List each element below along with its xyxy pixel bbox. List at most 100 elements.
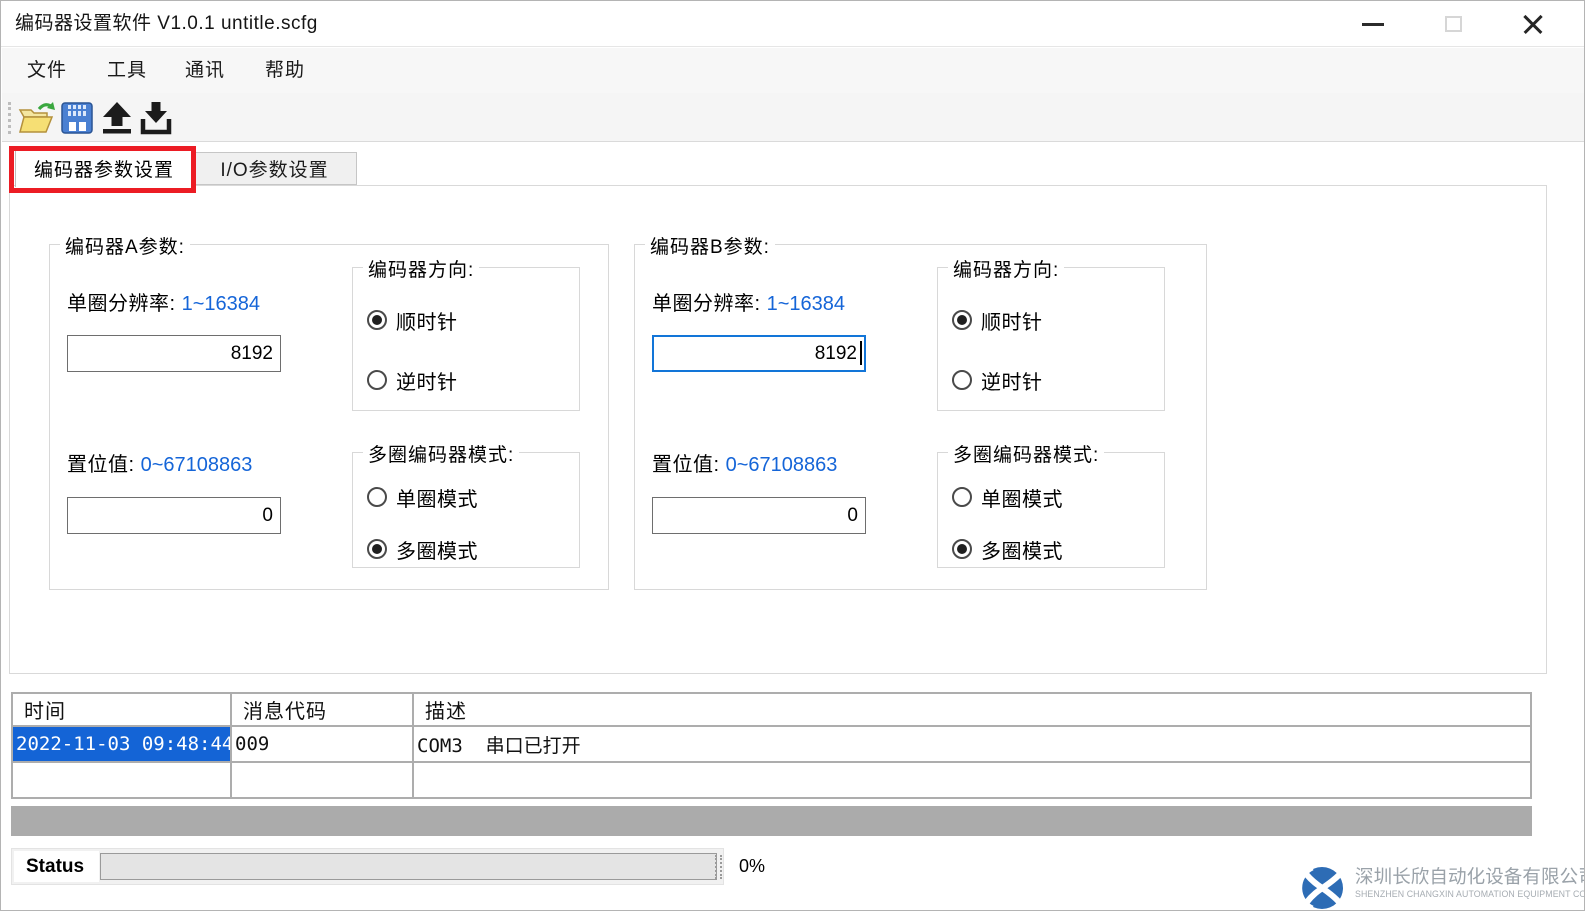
radio-icon [952, 310, 972, 330]
resolution-range: 1~16384 [182, 293, 260, 315]
setvalue-range: 0~67108863 [726, 454, 838, 476]
col-header-time[interactable]: 时间 [12, 693, 231, 726]
log-cell-code[interactable]: 009 [231, 726, 413, 762]
log-cell-code[interactable] [231, 762, 413, 798]
setvalue-a-input[interactable] [67, 497, 281, 534]
radio-counterclockwise[interactable]: 逆时针 [952, 368, 1043, 392]
company-logo: 深圳长欣自动化设备有限公司 SHENZHEN CHANGXIN AUTOMATI… [1297, 863, 1582, 911]
progress-percent: 0% [739, 848, 765, 885]
group-label: 多圈编码器模式: [948, 440, 1104, 467]
close-icon [1521, 12, 1545, 36]
close-button[interactable] [1509, 4, 1557, 44]
open-file-button[interactable] [18, 99, 56, 137]
radio-label: 逆时针 [981, 366, 1043, 395]
tab-encoder-settings[interactable]: 编码器参数设置 [15, 149, 193, 187]
tab-label: I/O参数设置 [220, 155, 328, 182]
minimize-icon [1362, 23, 1384, 26]
group-label: 编码器方向: [948, 255, 1064, 282]
company-name-en: SHENZHEN CHANGXIN AUTOMATION EQUIPMENT C… [1355, 889, 1585, 899]
message-log-table: 时间 消息代码 描述 2022-11-03 09:48:44 009 COM3 … [11, 692, 1532, 799]
radio-label: 顺时针 [981, 306, 1043, 335]
log-cell-time[interactable]: 2022-11-03 09:48:44 [12, 726, 231, 762]
group-label: 编码器方向: [363, 255, 479, 282]
setvalue-b-input[interactable] [652, 497, 866, 534]
group-label: 编码器B参数: [645, 232, 775, 259]
radio-icon [367, 310, 387, 330]
setvalue-range: 0~67108863 [141, 454, 253, 476]
setvalue-label: 置位值: 0~67108863 [67, 448, 252, 477]
log-cell-desc[interactable] [413, 762, 1531, 798]
radio-label: 逆时针 [396, 366, 458, 395]
radio-label: 单圈模式 [396, 483, 478, 512]
upload-button[interactable] [98, 99, 136, 137]
col-header-desc[interactable]: 描述 [413, 693, 1531, 726]
status-label: Status [14, 851, 99, 882]
col-header-code[interactable]: 消息代码 [231, 693, 413, 726]
mode-a-group: 多圈编码器模式: 单圈模式 多圈模式 [352, 452, 580, 568]
radio-label: 多圈模式 [396, 535, 478, 564]
toolbar-grip [8, 102, 12, 134]
statusbar-grip[interactable] [715, 855, 722, 879]
folder-open-icon [18, 101, 56, 135]
logo-icon [1299, 865, 1345, 911]
tab-io-settings[interactable]: I/O参数设置 [193, 152, 357, 185]
radio-icon [367, 487, 387, 507]
radio-clockwise[interactable]: 顺时针 [952, 308, 1043, 332]
menu-tools[interactable]: 工具 [103, 48, 151, 93]
text-caret [860, 341, 862, 365]
radio-icon [367, 370, 387, 390]
encoder-b-group: 编码器B参数: 单圈分辨率: 1~16384 编码器方向: 顺时针 逆时针 置位… [634, 244, 1207, 590]
radio-multi-turn[interactable]: 多圈模式 [952, 537, 1063, 561]
radio-label: 顺时针 [396, 306, 458, 335]
radio-clockwise[interactable]: 顺时针 [367, 308, 458, 332]
direction-b-group: 编码器方向: 顺时针 逆时针 [937, 267, 1165, 411]
radio-multi-turn[interactable]: 多圈模式 [367, 537, 478, 561]
radio-single-turn[interactable]: 单圈模式 [952, 485, 1063, 509]
download-arrow-icon [139, 101, 173, 135]
menu-file[interactable]: 文件 [23, 48, 71, 93]
window-title: 编码器设置软件 V1.0.1 untitle.scfg [15, 1, 318, 47]
title-bar: 编码器设置软件 V1.0.1 untitle.scfg [1, 1, 1584, 47]
log-row[interactable]: 2022-11-03 09:48:44 009 COM3 串口已打开 [12, 726, 1531, 762]
radio-counterclockwise[interactable]: 逆时针 [367, 368, 458, 392]
log-cell-time[interactable] [12, 762, 231, 798]
radio-label: 多圈模式 [981, 535, 1063, 564]
direction-a-group: 编码器方向: 顺时针 逆时针 [352, 267, 580, 411]
save-file-button[interactable] [58, 99, 96, 137]
toolbar [2, 93, 1585, 142]
log-header-row: 时间 消息代码 描述 [12, 693, 1531, 726]
company-name-cn: 深圳长欣自动化设备有限公司 [1355, 863, 1585, 889]
radio-icon [952, 487, 972, 507]
resolution-b-input[interactable] [652, 335, 866, 372]
resolution-a-input[interactable] [67, 335, 281, 372]
resolution-label: 单圈分辨率: 1~16384 [652, 287, 845, 316]
table-horizontal-scrollbar[interactable] [11, 806, 1532, 836]
log-cell-desc[interactable]: COM3 串口已打开 [413, 726, 1531, 762]
minimize-button[interactable] [1349, 4, 1397, 44]
save-floppy-icon [60, 101, 94, 135]
maximize-button[interactable] [1429, 4, 1477, 44]
maximize-icon [1445, 16, 1462, 32]
mode-b-group: 多圈编码器模式: 单圈模式 多圈模式 [937, 452, 1165, 568]
radio-icon [367, 539, 387, 559]
setvalue-label: 置位值: 0~67108863 [652, 448, 837, 477]
upload-arrow-icon [100, 101, 134, 135]
group-label: 编码器A参数: [60, 232, 190, 259]
group-label: 多圈编码器模式: [363, 440, 519, 467]
radio-icon [952, 539, 972, 559]
tab-label: 编码器参数设置 [34, 155, 174, 182]
resolution-range: 1~16384 [767, 293, 845, 315]
log-row[interactable] [12, 762, 1531, 798]
app-window: 编码器设置软件 V1.0.1 untitle.scfg 文件 工具 通讯 帮助 [0, 0, 1585, 911]
progress-bar [100, 853, 717, 880]
status-bar: Status [11, 848, 724, 885]
menu-help[interactable]: 帮助 [261, 48, 309, 93]
menu-bar: 文件 工具 通讯 帮助 [2, 48, 1585, 93]
encoder-a-group: 编码器A参数: 单圈分辨率: 1~16384 编码器方向: 顺时针 逆时针 置位… [49, 244, 609, 590]
radio-single-turn[interactable]: 单圈模式 [367, 485, 478, 509]
download-button[interactable] [137, 99, 175, 137]
resolution-label: 单圈分辨率: 1~16384 [67, 287, 260, 316]
radio-icon [952, 370, 972, 390]
radio-label: 单圈模式 [981, 483, 1063, 512]
menu-communication[interactable]: 通讯 [181, 48, 229, 93]
